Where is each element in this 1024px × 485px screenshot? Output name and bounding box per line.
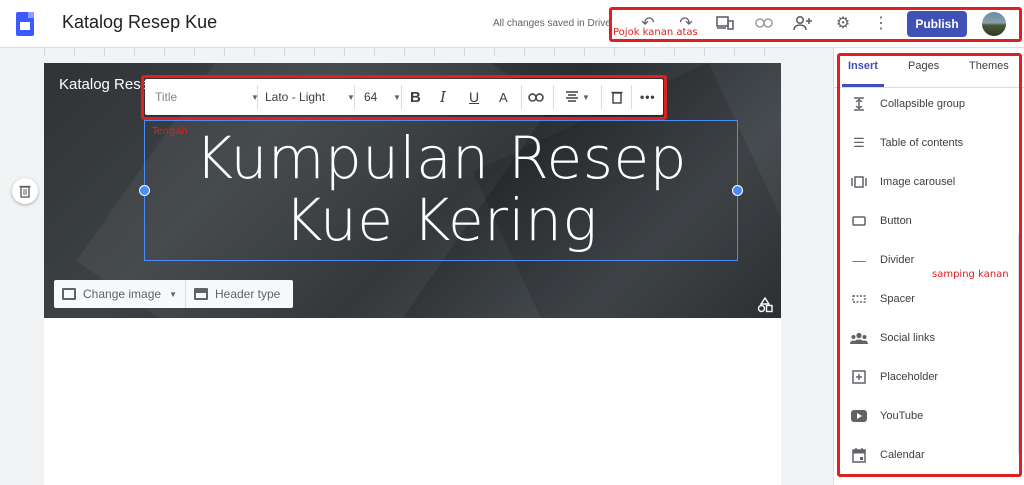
carousel-icon bbox=[850, 173, 868, 191]
header-controls: Change image ▼ Header type bbox=[54, 280, 293, 308]
divider-icon: — bbox=[852, 252, 866, 268]
annotation-label-side-right: samping kanan bbox=[932, 269, 1009, 280]
annotation-label-top-right: Pojok kanan atas bbox=[613, 27, 698, 38]
more-horiz-icon[interactable]: ••• bbox=[640, 79, 656, 115]
annotation-label-center: Tengah bbox=[152, 126, 188, 137]
insert-table-of-contents[interactable]: ☰ Table of contents bbox=[850, 133, 963, 153]
font-size-value: 64 bbox=[364, 90, 378, 104]
underline-icon[interactable]: U bbox=[469, 79, 479, 115]
insert-item-label: Divider bbox=[880, 254, 915, 266]
tab-themes[interactable]: Themes bbox=[969, 60, 1009, 72]
list-icon: ☰ bbox=[853, 135, 865, 150]
side-panel-scrollbar[interactable] bbox=[1018, 234, 1022, 454]
insert-youtube[interactable]: YouTube bbox=[850, 406, 923, 426]
separator bbox=[521, 85, 522, 109]
tabs-divider bbox=[833, 87, 1024, 88]
caret-down-icon: ▼ bbox=[169, 289, 177, 299]
ruler bbox=[44, 48, 781, 56]
change-image-button[interactable]: Change image ▼ bbox=[54, 280, 186, 308]
account-avatar[interactable] bbox=[982, 12, 1006, 36]
insert-item-label: Social links bbox=[880, 332, 936, 344]
delete-section-trash-icon[interactable] bbox=[12, 178, 38, 204]
insert-spacer[interactable]: Spacer bbox=[850, 289, 915, 309]
youtube-icon bbox=[850, 407, 868, 425]
delete-trash-icon[interactable] bbox=[611, 79, 623, 115]
save-status: All changes saved in Drive bbox=[493, 18, 611, 29]
insert-item-label: Image carousel bbox=[880, 176, 956, 188]
paragraph-style-dropdown[interactable]: Title ▼ bbox=[155, 79, 259, 115]
tab-pages[interactable]: Pages bbox=[908, 60, 939, 72]
separator bbox=[601, 85, 602, 109]
people-icon bbox=[850, 329, 868, 347]
settings-gear-icon[interactable]: ⚙ bbox=[832, 12, 854, 34]
insert-divider[interactable]: — Divider bbox=[850, 250, 915, 270]
link-icon[interactable] bbox=[753, 12, 775, 34]
top-bar: Katalog Resep Kue All changes saved in D… bbox=[0, 0, 1024, 48]
font-family-dropdown[interactable]: Lato - Light ▼ bbox=[265, 79, 355, 115]
main-title-text[interactable]: Kumpulan Resep Kue Kering bbox=[144, 127, 738, 251]
font-family-value: Lato - Light bbox=[265, 90, 326, 104]
text-color-icon[interactable]: A bbox=[499, 79, 508, 115]
text-format-toolbar: Title ▼ Lato - Light ▼ 64 ▼ B I U A ▼ ••… bbox=[145, 79, 663, 115]
button-icon bbox=[850, 212, 868, 230]
document-title[interactable]: Katalog Resep Kue bbox=[62, 12, 217, 33]
main-title-line-2[interactable]: Kue Kering bbox=[144, 189, 738, 251]
insert-button[interactable]: Button bbox=[850, 211, 912, 231]
insert-item-label: Button bbox=[880, 215, 912, 227]
insert-item-label: Placeholder bbox=[880, 371, 939, 383]
insert-image-carousel[interactable]: Image carousel bbox=[850, 172, 955, 192]
insert-calendar[interactable]: Calendar bbox=[850, 445, 925, 465]
font-size-dropdown[interactable]: 64 ▼ bbox=[364, 79, 401, 115]
insert-item-label: Table of contents bbox=[880, 137, 964, 149]
sites-logo-icon[interactable] bbox=[16, 12, 34, 36]
caret-down-icon: ▼ bbox=[393, 92, 401, 102]
separator bbox=[354, 85, 355, 109]
caret-down-icon: ▼ bbox=[582, 92, 590, 102]
site-name[interactable]: Katalog Resep bbox=[59, 76, 157, 93]
header-type-icon bbox=[193, 288, 208, 300]
separator bbox=[631, 85, 632, 109]
main-title-line-1[interactable]: Kumpulan Resep bbox=[144, 127, 738, 189]
insert-item-label: Spacer bbox=[880, 293, 915, 305]
insert-social-links[interactable]: Social links bbox=[850, 328, 935, 348]
insert-placeholder[interactable]: Placeholder bbox=[850, 367, 938, 387]
change-image-label: Change image bbox=[83, 287, 162, 301]
plus-box-icon bbox=[850, 368, 868, 386]
insert-item-label: Collapsible group bbox=[880, 98, 965, 110]
bold-icon[interactable]: B bbox=[410, 79, 421, 115]
tab-insert[interactable]: Insert bbox=[848, 60, 878, 72]
separator bbox=[257, 85, 258, 109]
collapsible-icon bbox=[850, 95, 868, 113]
insert-link-icon[interactable] bbox=[528, 79, 544, 115]
separator bbox=[553, 85, 554, 109]
insert-item-label: YouTube bbox=[880, 410, 924, 422]
spacer-icon bbox=[850, 290, 868, 308]
align-center-icon[interactable]: ▼ bbox=[565, 79, 590, 115]
preview-devices-icon[interactable] bbox=[714, 12, 736, 34]
header-type-label: Header type bbox=[214, 287, 281, 301]
image-icon bbox=[62, 288, 76, 300]
paragraph-style-value: Title bbox=[155, 90, 178, 104]
share-add-person-icon[interactable] bbox=[792, 12, 814, 34]
italic-icon[interactable]: I bbox=[440, 79, 446, 115]
insert-item-label: Calendar bbox=[880, 449, 925, 461]
insert-collapsible-group[interactable]: Collapsible group bbox=[850, 94, 965, 114]
separator bbox=[401, 85, 402, 109]
shapes-icon[interactable] bbox=[757, 296, 773, 316]
header-type-button[interactable]: Header type bbox=[186, 280, 288, 308]
more-vert-icon[interactable]: ⋮ bbox=[870, 12, 892, 34]
publish-button[interactable]: Publish bbox=[907, 11, 967, 37]
calendar-icon bbox=[850, 446, 868, 464]
